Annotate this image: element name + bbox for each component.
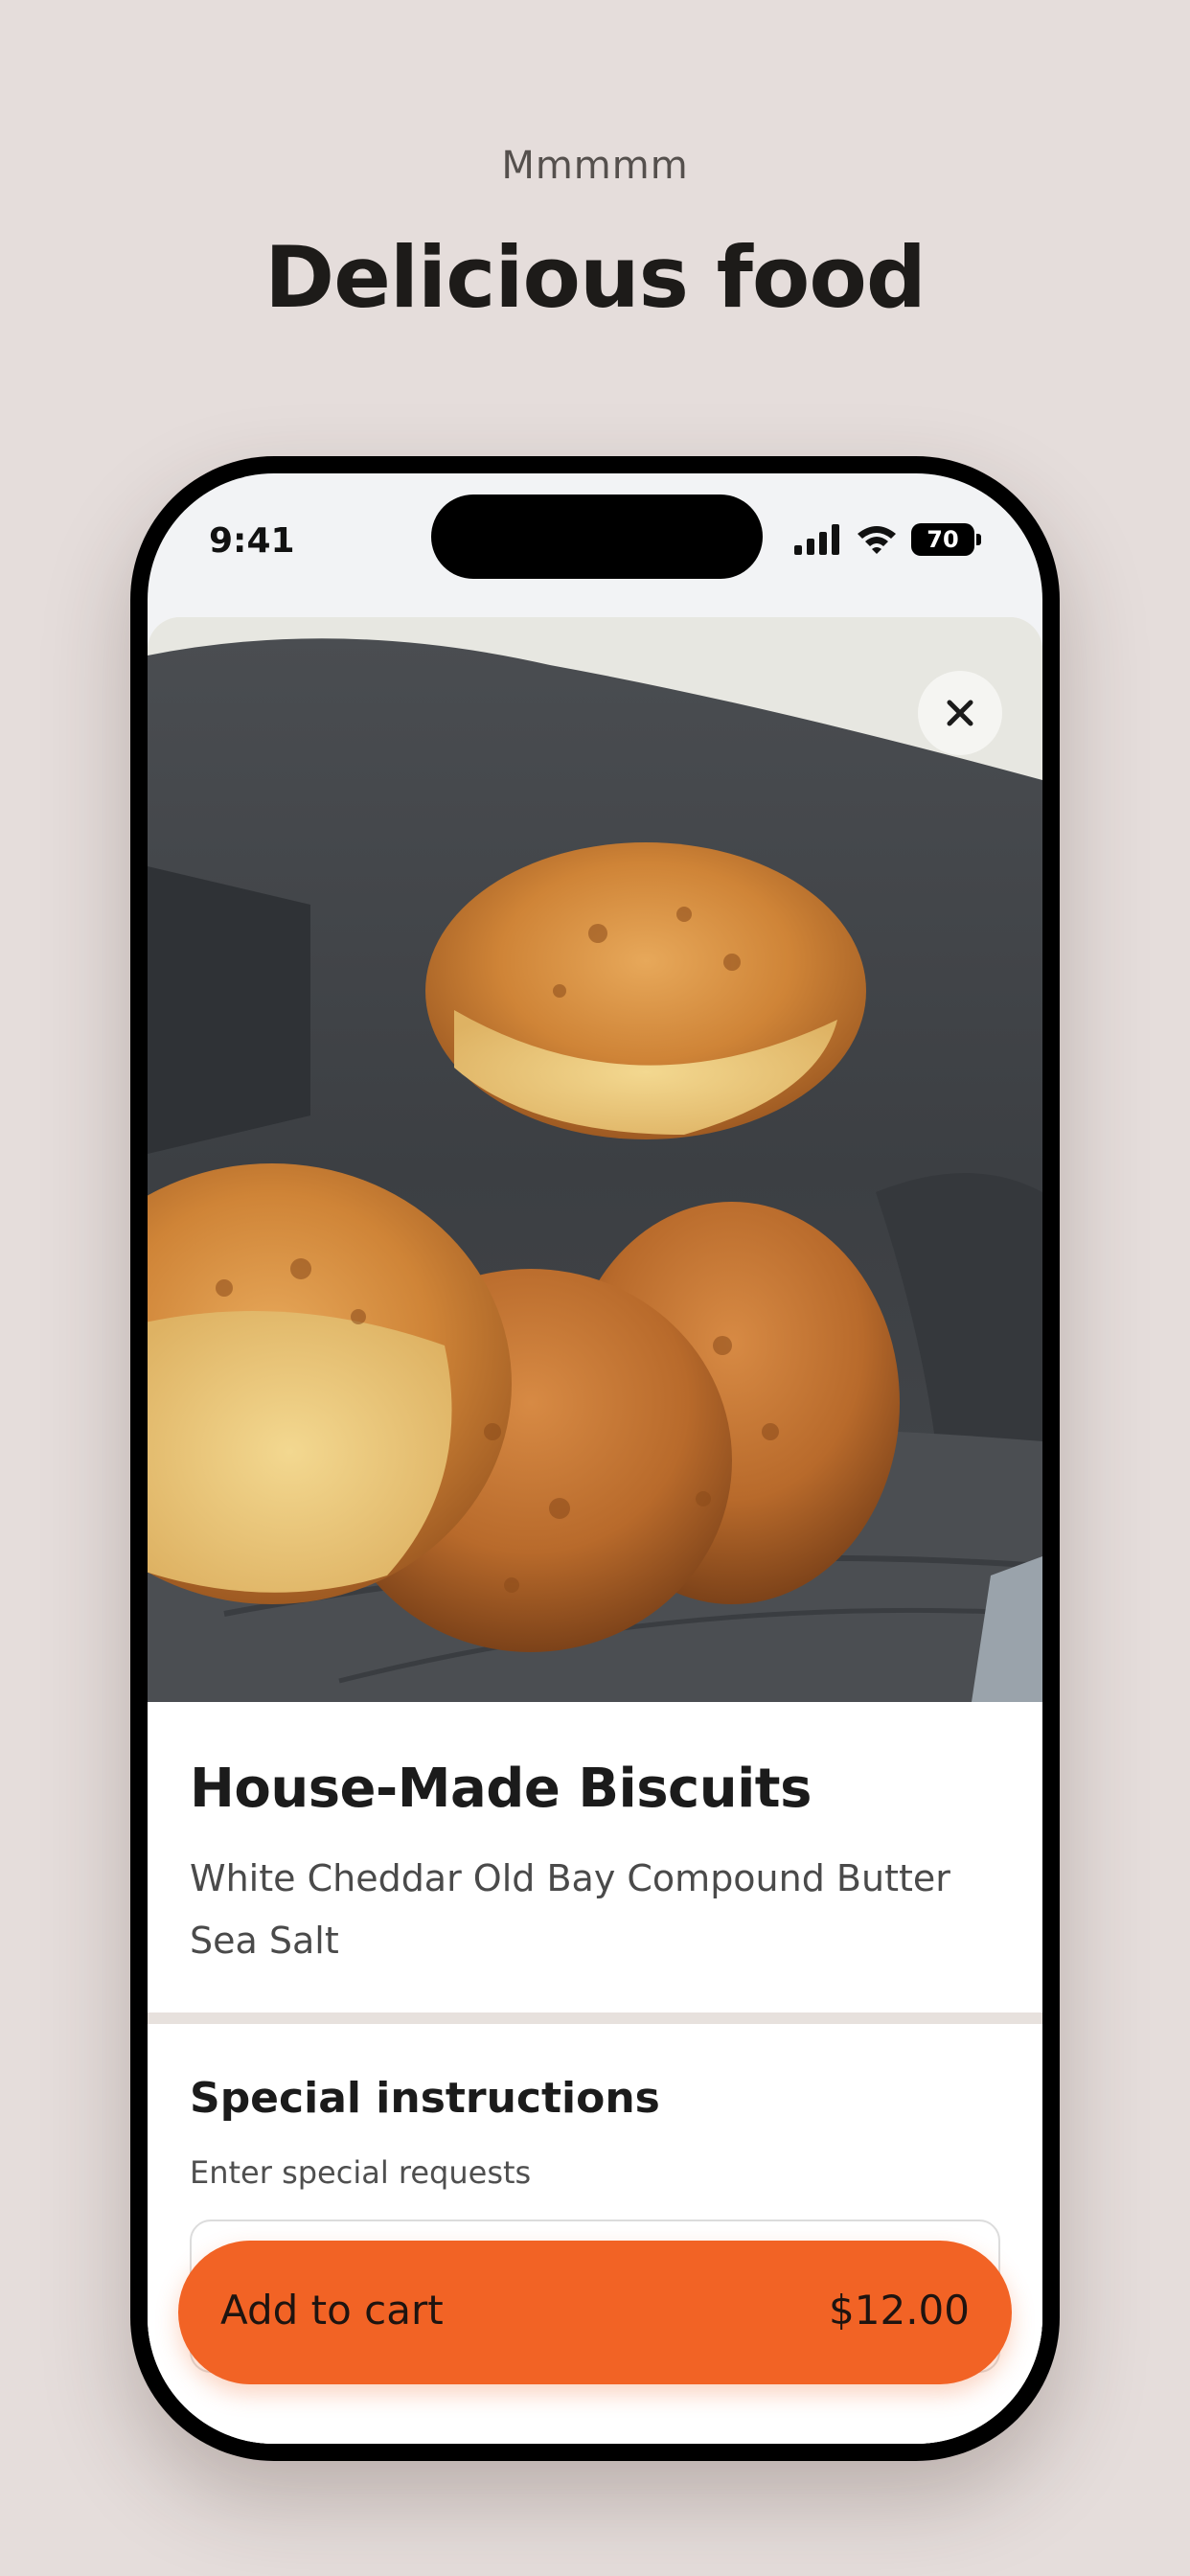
battery-icon: 70	[911, 523, 981, 556]
add-to-cart-price: $12.00	[829, 2287, 970, 2334]
promo-title: Delicious food	[264, 228, 927, 327]
section-divider	[148, 2012, 1042, 2024]
promo-kicker: Mmmmm	[501, 144, 689, 188]
battery-level: 70	[911, 523, 974, 556]
dynamic-island	[431, 494, 763, 579]
phone-frame: 9:41 70 House-Made Biscuits White Chedda…	[130, 456, 1060, 2461]
instructions-hint: Enter special requests	[190, 2154, 532, 2191]
add-to-cart-button[interactable]: Add to cart $12.00	[178, 2241, 1012, 2384]
phone-screen: 9:41 70 House-Made Biscuits White Chedda…	[148, 473, 1042, 2444]
instructions-title: Special instructions	[190, 2074, 660, 2123]
item-title: House-Made Biscuits	[190, 1758, 812, 1820]
add-to-cart-label: Add to cart	[220, 2287, 444, 2334]
item-description: White Cheddar Old Bay Compound Butter Se…	[190, 1857, 950, 1962]
close-button[interactable]	[918, 671, 1002, 755]
status-time: 9:41	[209, 521, 295, 561]
biscuits-illustration	[148, 617, 1042, 1702]
close-icon	[947, 700, 973, 726]
battery-tip	[976, 534, 981, 545]
item-detail-sheet: House-Made Biscuits White Cheddar Old Ba…	[148, 617, 1042, 2444]
status-bar: 9:41 70	[148, 473, 1042, 617]
wifi-icon	[858, 526, 896, 554]
status-icons: 70	[794, 523, 981, 556]
signal-icon	[794, 524, 839, 555]
item-info: House-Made Biscuits White Cheddar Old Ba…	[148, 1702, 1042, 2012]
food-image	[148, 617, 1042, 1702]
